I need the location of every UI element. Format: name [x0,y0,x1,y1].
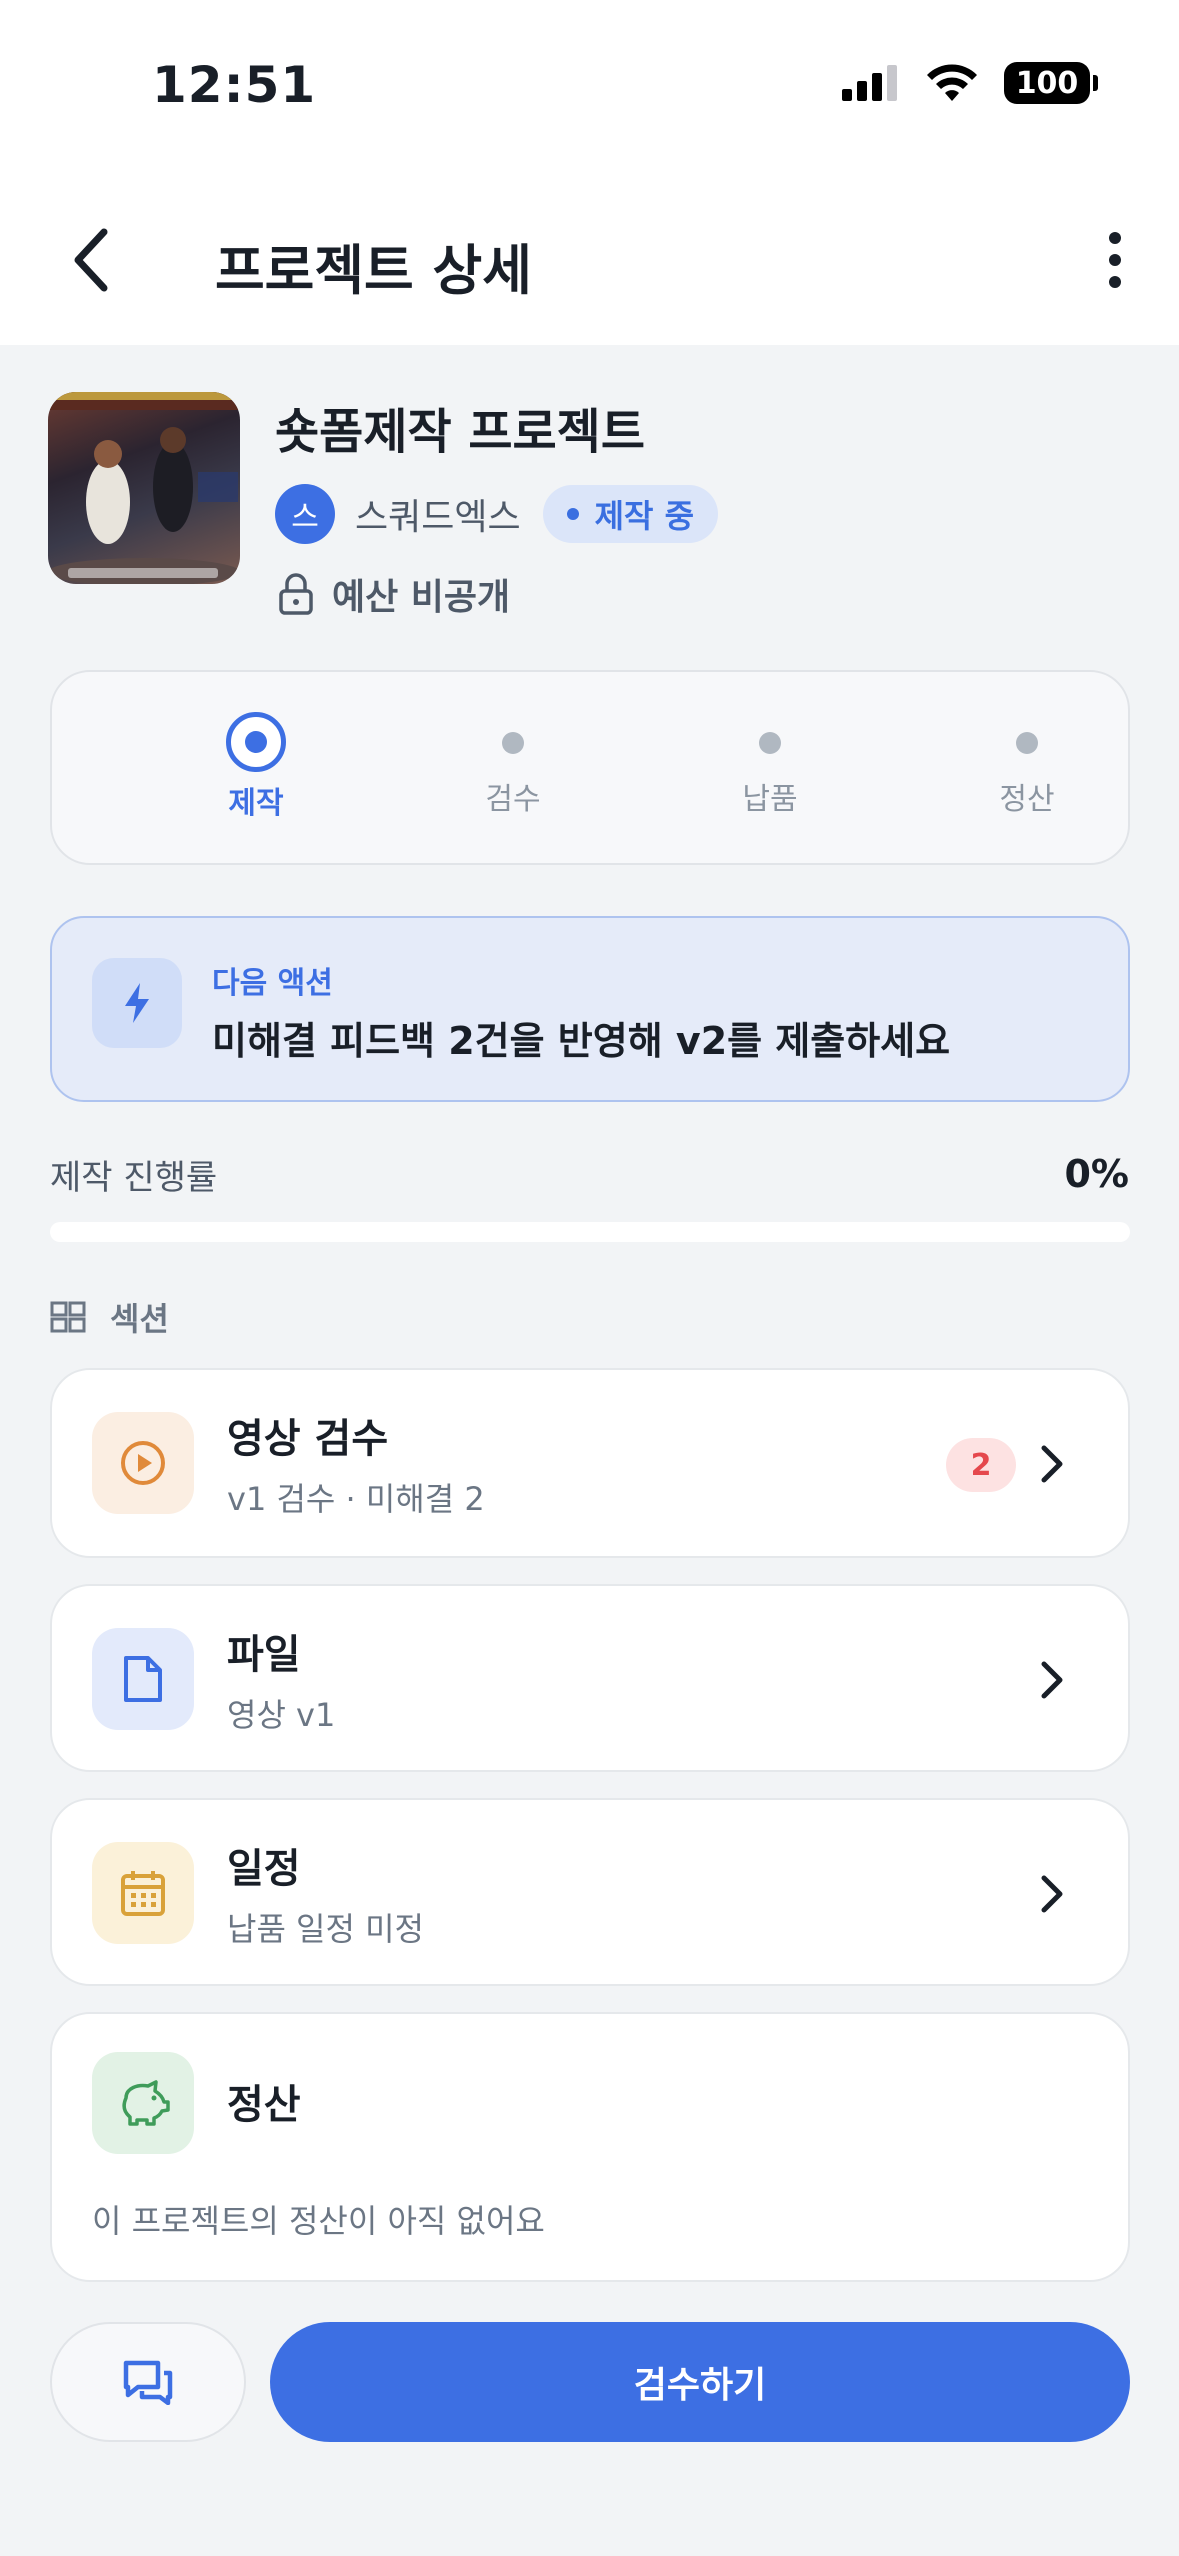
chevron-right-icon [1032,1864,1072,1924]
next-action-text: 미해결 피드백 2건을 반영해 v2를 제출하세요 [212,1019,951,1063]
step-review: 검수 [433,712,593,818]
signal-icon [842,65,897,101]
card-title: 파일 [227,1632,301,1678]
project-title: 숏폼제작 프로젝트 [275,404,645,460]
project-thumbnail [48,392,240,584]
step-label: 정산 [999,782,1055,817]
chat-button[interactable] [50,2322,246,2442]
next-action-label: 다음 액션 [212,966,333,1001]
card-title: 영상 검수 [227,1416,389,1462]
card-title: 정산 [227,2082,301,2128]
status-bar: 12:51 100 [0,0,1179,180]
play-circle-icon [92,1412,194,1514]
wifi-icon [927,64,977,101]
sections-label: 섹션 [110,1300,169,1338]
piggy-bank-icon [92,2052,194,2154]
step-delivery: 납품 [690,712,850,818]
step-indicator [1016,732,1038,754]
more-button[interactable] [1080,220,1150,300]
battery-icon: 100 [1004,62,1098,104]
bottom-action-bar: 검수하기 [0,2300,1179,2450]
card-subtitle: 이 프로젝트의 정산이 아직 없어요 [92,2202,545,2240]
progress-stepper: 제작 검수 납품 정산 [50,670,1130,865]
calendar-icon [92,1842,194,1944]
company-avatar: 스 [275,484,335,544]
card-subtitle: 납품 일정 미정 [227,1910,424,1948]
progress-bar [50,1222,1130,1242]
unresolved-count-badge: 2 [946,1438,1016,1492]
card-subtitle: 영상 v1 [227,1696,336,1734]
section-card-schedule[interactable]: 일정 납품 일정 미정 [50,1798,1130,1986]
step-indicator [759,732,781,754]
budget-row: 예산 비공개 [278,568,510,620]
company-name: 스쿼드엑스 [355,497,521,538]
step-active-indicator [226,712,286,772]
lightning-icon [92,958,182,1048]
status-badge: 제작 중 [542,485,719,543]
company-row: 스 스쿼드엑스 제작 중 [275,484,719,544]
chevron-right-icon [1032,1650,1072,1710]
chat-icon [123,2360,173,2405]
step-label: 제작 [228,786,284,821]
status-dot-icon [566,508,579,520]
status-badge-label: 제작 중 [594,497,695,535]
status-icons: 100 [842,62,1098,104]
progress-label: 제작 진행률 [50,1158,218,1198]
step-production: 제작 [176,712,336,822]
status-time: 12:51 [152,56,317,114]
section-card-settlement[interactable]: 정산 이 프로젝트의 정산이 아직 없어요 [50,2012,1130,2282]
header: 프로젝트 상세 [0,180,1179,345]
file-icon [92,1628,194,1730]
step-label: 납품 [742,782,798,817]
progress-percent: 0% [1064,1152,1129,1196]
card-title: 일정 [227,1846,301,1892]
more-vertical-icon [1109,232,1121,288]
page-title: 프로젝트 상세 [215,239,532,302]
lock-icon [279,573,313,615]
chevron-right-icon [1032,1434,1072,1494]
sections-header: 섹션 [50,1294,169,1340]
back-button[interactable] [50,220,130,300]
step-label: 검수 [485,782,541,817]
card-subtitle: v1 검수 · 미해결 2 [227,1480,485,1518]
step-settlement: 정산 [947,712,1107,818]
next-action-banner[interactable]: 다음 액션 미해결 피드백 2건을 반영해 v2를 제출하세요 [50,916,1130,1102]
budget-text: 예산 비공개 [332,577,511,618]
chevron-left-icon [74,228,108,292]
step-indicator [502,732,524,754]
section-card-video-review[interactable]: 영상 검수 v1 검수 · 미해결 2 2 [50,1368,1130,1558]
section-card-files[interactable]: 파일 영상 v1 [50,1584,1130,1772]
grid-icon [50,1301,86,1333]
review-button[interactable]: 검수하기 [270,2322,1130,2442]
